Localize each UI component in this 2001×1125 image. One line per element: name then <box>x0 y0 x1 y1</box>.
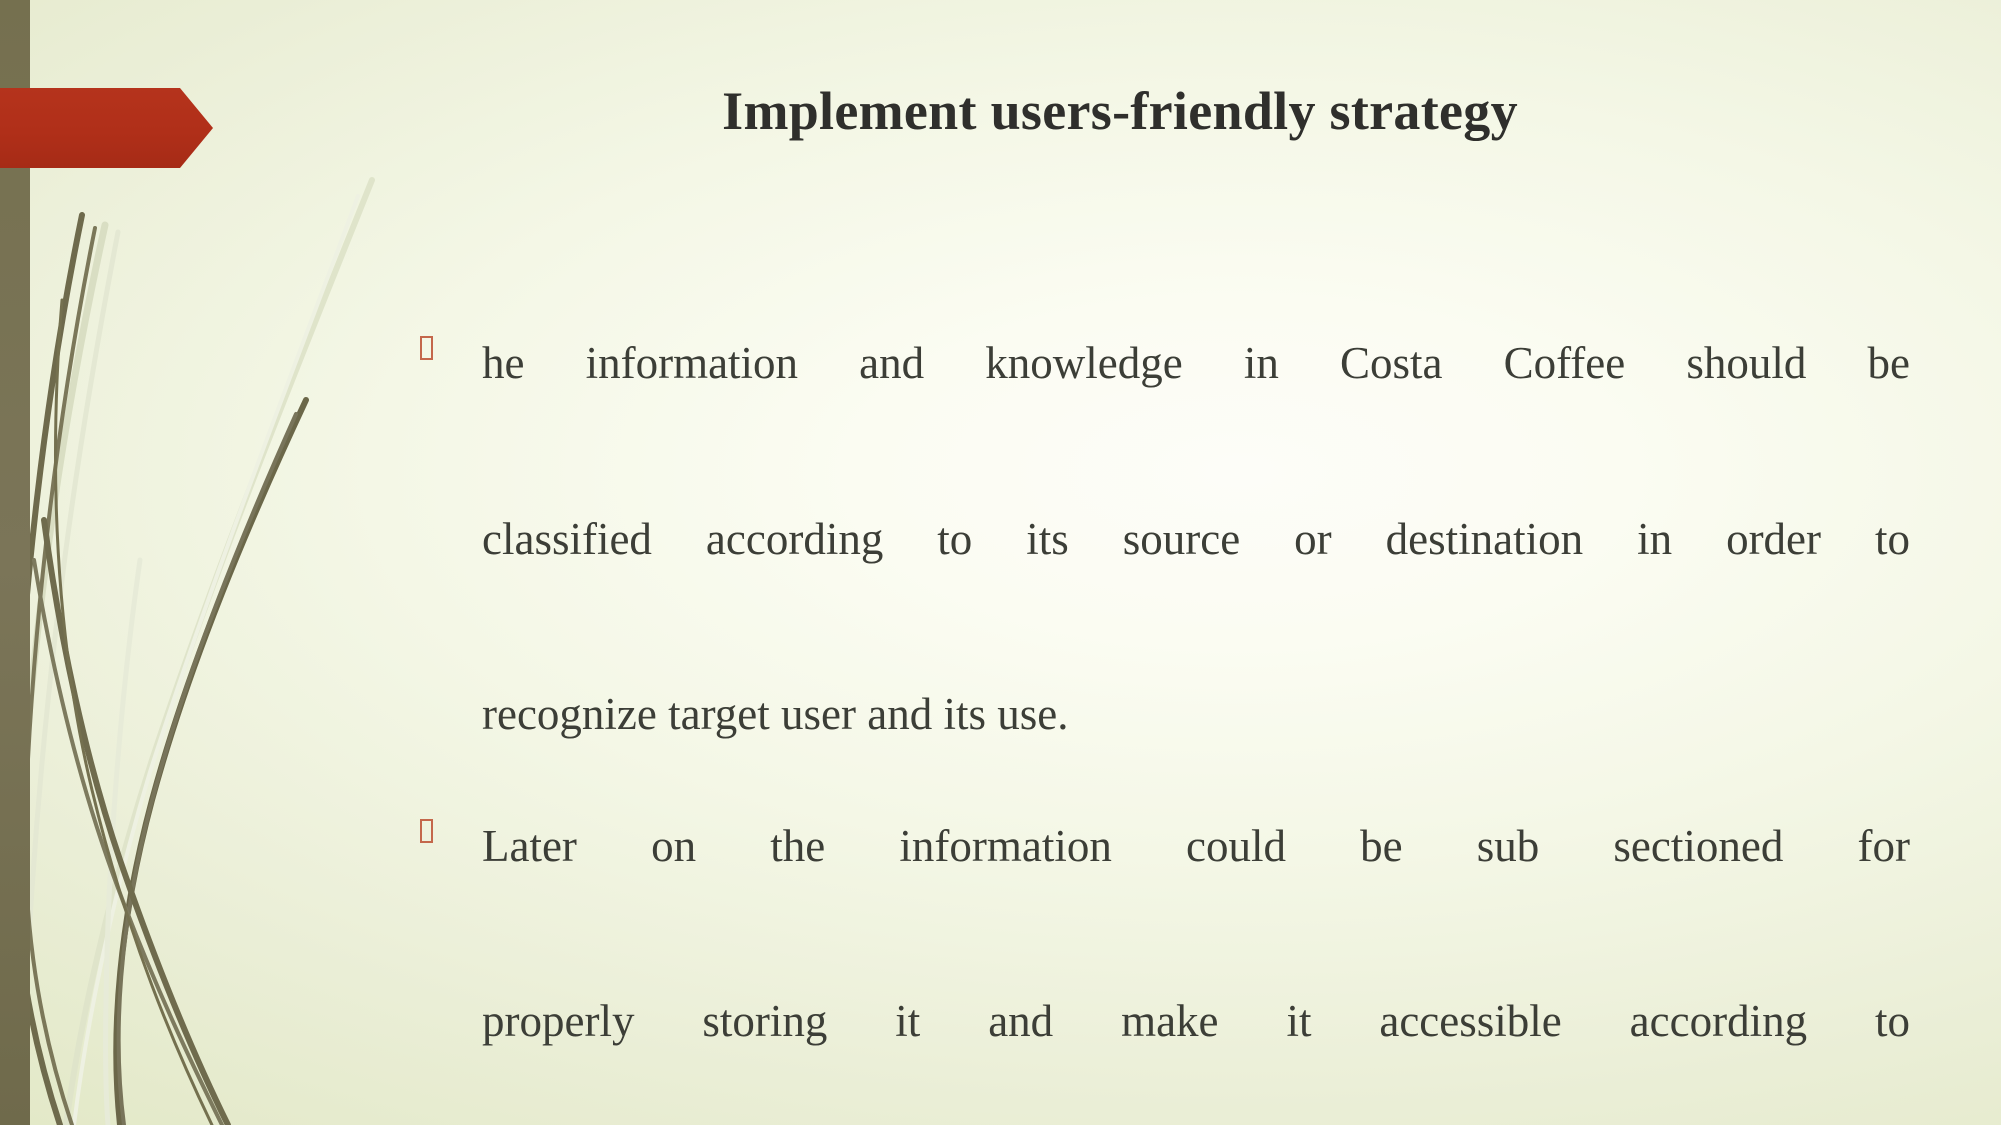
bullet-line: he information and knowledge in Costa Co… <box>482 338 1910 388</box>
bullet-line: classified according to its source or de… <box>482 513 1910 564</box>
page-title: Implement users-friendly strategy <box>722 81 1518 141</box>
bullet-line: Later on the information could be sub se… <box>482 820 1910 871</box>
bullet-marker-icon <box>420 803 482 843</box>
presentation-slide: Implement users-friendly strategy he inf… <box>0 0 2001 1125</box>
red-arrow-banner <box>0 88 270 168</box>
left-accent-bar <box>0 0 30 1125</box>
slide-title: Implement users-friendly strategy <box>300 81 1940 141</box>
list-item: he information and knowledge in Costa Co… <box>420 320 1910 759</box>
bullet-marker-icon <box>420 320 482 360</box>
bullet-line: properly storing it and make it accessib… <box>482 996 1910 1047</box>
slide-body: he information and knowledge in Costa Co… <box>420 320 1910 1125</box>
list-item: Later on the information could be sub se… <box>420 803 1910 1125</box>
bullet-text: he information and knowledge in Costa Co… <box>482 320 1910 759</box>
bullet-text: Later on the information could be sub se… <box>482 803 1910 1125</box>
bullet-line: recognize target user and its use. <box>482 689 1069 739</box>
